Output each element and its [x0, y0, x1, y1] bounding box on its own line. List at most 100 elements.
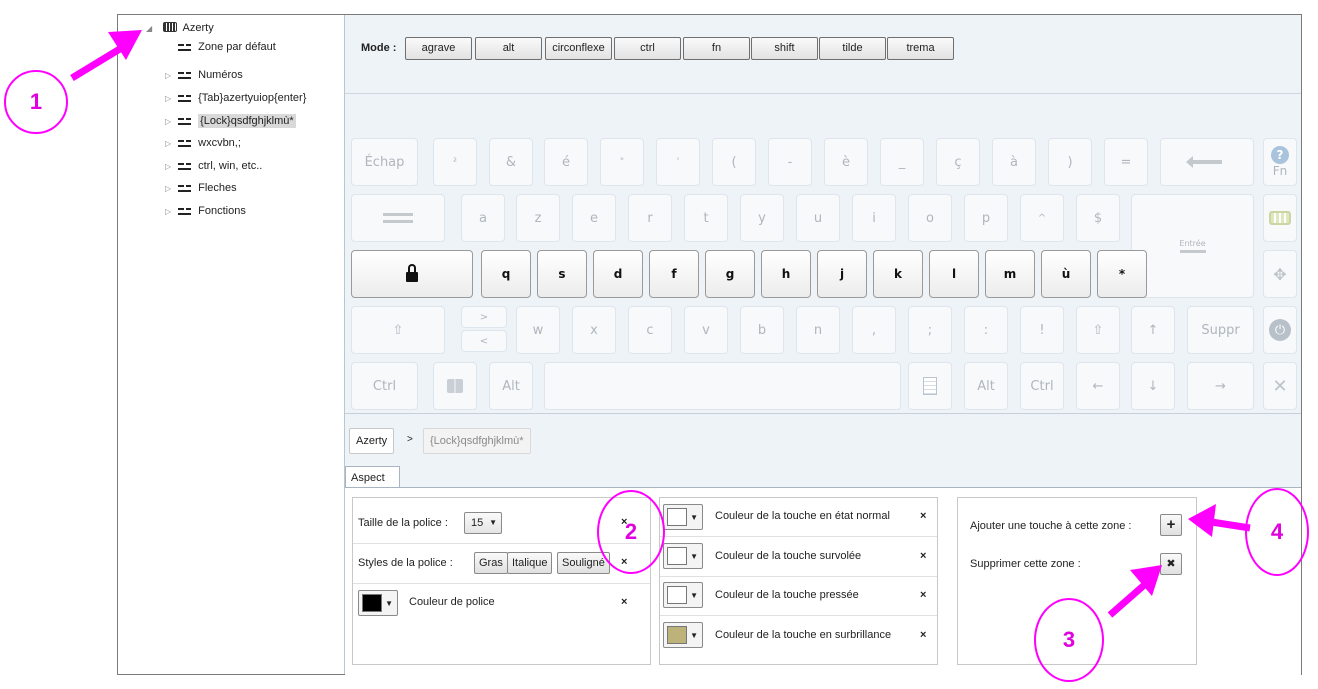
key-ctrl-left[interactable]: Ctrl	[351, 362, 418, 410]
key[interactable]: s	[537, 250, 587, 298]
key-shift-right[interactable]: ⇧	[1076, 306, 1120, 354]
bold-button[interactable]: Gras	[474, 552, 508, 574]
key[interactable]: -	[768, 138, 812, 186]
key[interactable]: g	[705, 250, 755, 298]
key[interactable]: l	[929, 250, 979, 298]
key[interactable]: e	[572, 194, 616, 242]
key[interactable]: a	[461, 194, 505, 242]
mode-button-trema[interactable]: trema	[887, 37, 954, 60]
highlight-color-picker[interactable]: ▼	[663, 622, 703, 648]
tree-item[interactable]: ▷ Fonctions	[165, 202, 246, 220]
key[interactable]: :	[964, 306, 1008, 354]
key-enter[interactable]: Entrée	[1131, 194, 1254, 298]
breadcrumb-root[interactable]: Azerty	[349, 428, 395, 454]
key-menu[interactable]	[908, 362, 952, 410]
key-alt-left[interactable]: Alt	[489, 362, 533, 410]
key[interactable]: w	[516, 306, 560, 354]
key[interactable]: z	[516, 194, 560, 242]
key[interactable]: r	[628, 194, 672, 242]
mode-button-tilde[interactable]: tilde	[819, 37, 886, 60]
key-power[interactable]: ⏻	[1263, 306, 1297, 354]
clear-font-color-icon[interactable]: ×	[621, 596, 627, 608]
key[interactable]: ²	[433, 138, 477, 186]
key-tools[interactable]: ✕	[1263, 362, 1297, 410]
key[interactable]: x	[572, 306, 616, 354]
pressed-color-picker[interactable]: ▼	[663, 582, 703, 608]
tree-item[interactable]: ▷ ctrl, win, etc..	[165, 157, 262, 175]
tree-item[interactable]: Zone par défaut	[165, 38, 276, 56]
font-size-select[interactable]: 15 ▼	[464, 512, 502, 534]
tree-item[interactable]: ▷ Fleches	[165, 179, 237, 197]
key-shift-left[interactable]: ⇧	[351, 306, 445, 354]
collapsed-arrow-icon[interactable]: ▷	[165, 135, 175, 153]
key[interactable]: j	[817, 250, 867, 298]
key[interactable]: o	[908, 194, 952, 242]
key-arrow-down[interactable]: ↓	[1131, 362, 1175, 410]
tree-item-selected[interactable]: ▷ {Lock}qsdfghjklmù*	[165, 112, 296, 130]
mode-button-agrave[interactable]: agrave	[405, 37, 472, 60]
font-color-picker[interactable]: ▼	[358, 590, 398, 616]
key-echap[interactable]: Échap	[351, 138, 418, 186]
key-ctrl-right[interactable]: Ctrl	[1020, 362, 1064, 410]
key[interactable]: '	[656, 138, 700, 186]
mode-button-shift[interactable]: shift	[751, 37, 818, 60]
key-angle-top[interactable]: >	[461, 306, 507, 328]
mode-button-circonflexe[interactable]: circonflexe	[545, 37, 612, 60]
key-arrow-left[interactable]: ←	[1076, 362, 1120, 410]
key-tab[interactable]	[351, 194, 445, 242]
key-backspace[interactable]	[1160, 138, 1254, 186]
add-key-button[interactable]: +	[1160, 514, 1182, 536]
collapsed-arrow-icon[interactable]: ▷	[165, 113, 175, 131]
italic-button[interactable]: Italique	[507, 552, 553, 574]
key[interactable]: (	[712, 138, 756, 186]
key[interactable]: ,	[852, 306, 896, 354]
mode-button-fn[interactable]: fn	[683, 37, 750, 60]
key[interactable]: ç	[936, 138, 980, 186]
key[interactable]: é	[544, 138, 588, 186]
collapsed-arrow-icon[interactable]: ▷	[165, 67, 175, 85]
key-fn[interactable]: ? Fn	[1263, 138, 1297, 186]
key[interactable]: n	[796, 306, 840, 354]
collapsed-arrow-icon[interactable]: ▷	[165, 203, 175, 221]
tree-item[interactable]: ▷ {Tab}azertyuiop{enter}	[165, 89, 306, 107]
key-layout-editor[interactable]	[1263, 194, 1297, 242]
key[interactable]: i	[852, 194, 896, 242]
key[interactable]: =	[1104, 138, 1148, 186]
key[interactable]: d	[593, 250, 643, 298]
tab-aspect[interactable]: Aspect	[345, 466, 400, 488]
clear-highlight-color-icon[interactable]: ×	[920, 629, 926, 641]
hover-color-picker[interactable]: ▼	[663, 543, 703, 569]
clear-hover-color-icon[interactable]: ×	[920, 550, 926, 562]
tree-item[interactable]: ▷ wxcvbn,;	[165, 134, 241, 152]
key[interactable]: c	[628, 306, 672, 354]
key-windows[interactable]	[433, 362, 477, 410]
key[interactable]: v	[684, 306, 728, 354]
key[interactable]: t	[684, 194, 728, 242]
key[interactable]: y	[740, 194, 784, 242]
collapsed-arrow-icon[interactable]: ▷	[165, 180, 175, 198]
clear-normal-color-icon[interactable]: ×	[920, 510, 926, 522]
key[interactable]: b	[740, 306, 784, 354]
tree-root[interactable]: ◢ Azerty	[146, 19, 214, 37]
key[interactable]: q	[481, 250, 531, 298]
normal-color-picker[interactable]: ▼	[663, 504, 703, 530]
key[interactable]: k	[873, 250, 923, 298]
expanded-arrow-icon[interactable]: ◢	[146, 20, 156, 38]
key[interactable]: !	[1020, 306, 1064, 354]
key[interactable]: à	[992, 138, 1036, 186]
key-suppr[interactable]: Suppr	[1187, 306, 1254, 354]
delete-zone-button[interactable]: ✖	[1160, 553, 1182, 575]
key-space[interactable]	[544, 362, 901, 410]
mode-button-alt[interactable]: alt	[475, 37, 542, 60]
key[interactable]: ^	[1020, 194, 1064, 242]
key[interactable]: è	[824, 138, 868, 186]
key[interactable]: m	[985, 250, 1035, 298]
key[interactable]: $	[1076, 194, 1120, 242]
key[interactable]: _	[880, 138, 924, 186]
key[interactable]: )	[1048, 138, 1092, 186]
collapsed-arrow-icon[interactable]: ▷	[165, 90, 175, 108]
key[interactable]: f	[649, 250, 699, 298]
key[interactable]: &	[489, 138, 533, 186]
key[interactable]: ù	[1041, 250, 1091, 298]
key-capslock[interactable]	[351, 250, 473, 298]
